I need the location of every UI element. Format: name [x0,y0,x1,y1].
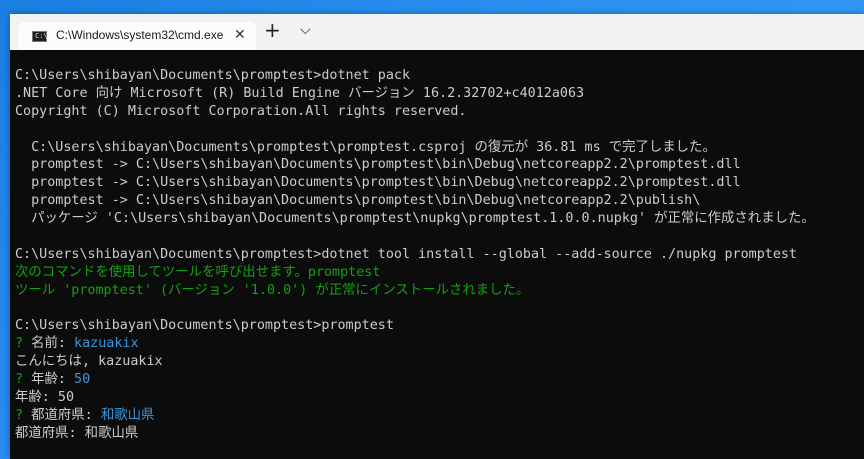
console-line: C:\Users\shibayan\Documents\promptest\pr… [15,139,716,155]
console-line: promptest -> C:\Users\shibayan\Documents… [15,175,741,191]
console-line: Copyright (C) Microsoft Corporation.All … [15,103,467,119]
tab-cmd[interactable]: C:\ C:\Windows\system32\cmd.exe ✕ [18,22,256,50]
prompt-answer: 50 [74,372,91,388]
console-line: C:\Users\shibayan\Documents\promptest>do… [15,68,411,83]
console-line: ? 都道府県: 和歌山県 [15,407,864,425]
console-line: C:\Users\shibayan\Documents\promptest>pr… [15,318,394,334]
console-line: 次のコマンドを使用してツールを呼び出せます。promptest [15,264,381,280]
console-line: ? 年齢: 50 [15,371,864,389]
tab-title: C:\Windows\system32\cmd.exe [56,28,224,42]
cmd-window: C:\ C:\Windows\system32\cmd.exe ✕ + ⌵ C:… [10,14,864,459]
new-tab-button[interactable]: + [264,20,281,40]
console-line: promptest -> C:\Users\shibayan\Documents… [15,193,701,209]
prompt-marker: ? [15,372,32,388]
console-line: こんにちは, kazuakix [15,354,163,370]
console-line: .NET Core 向け Microsoft (R) Build Engine … [15,85,585,101]
console-icon: C:\ [32,31,48,42]
prompt-marker: ? [15,407,32,423]
chevron-down-icon[interactable]: ⌵ [300,22,311,38]
console-line: C:\Users\shibayan\Documents\promptest>do… [15,246,797,262]
console-icon-text: C:\ [35,32,48,40]
close-icon[interactable]: ✕ [234,27,246,43]
prompt-label: 年齢: [31,372,75,388]
prompt-answer: 和歌山県 [100,407,155,423]
console-line: ? 名前: kazuakix [15,335,864,353]
console-line: 年齢: 50 [15,390,75,406]
prompt-marker: ? [15,336,32,352]
console-line: promptest -> C:\Users\shibayan\Documents… [15,157,741,173]
console-line: 都道府県: 和歌山県 [15,425,139,441]
prompt-label: 名前: [31,336,75,352]
console-output[interactable]: C:\Users\shibayan\Documents\promptest>do… [15,67,864,459]
console-line: パッケージ 'C:\Users\shibayan\Documents\promp… [15,211,815,227]
title-bar: C:\ C:\Windows\system32\cmd.exe ✕ + ⌵ [10,14,864,50]
console-line: ツール 'promptest' (バージョン '1.0.0') が正常にインスト… [15,282,530,298]
prompt-answer: kazuakix [74,336,139,352]
prompt-label: 都道府県: [31,407,101,423]
